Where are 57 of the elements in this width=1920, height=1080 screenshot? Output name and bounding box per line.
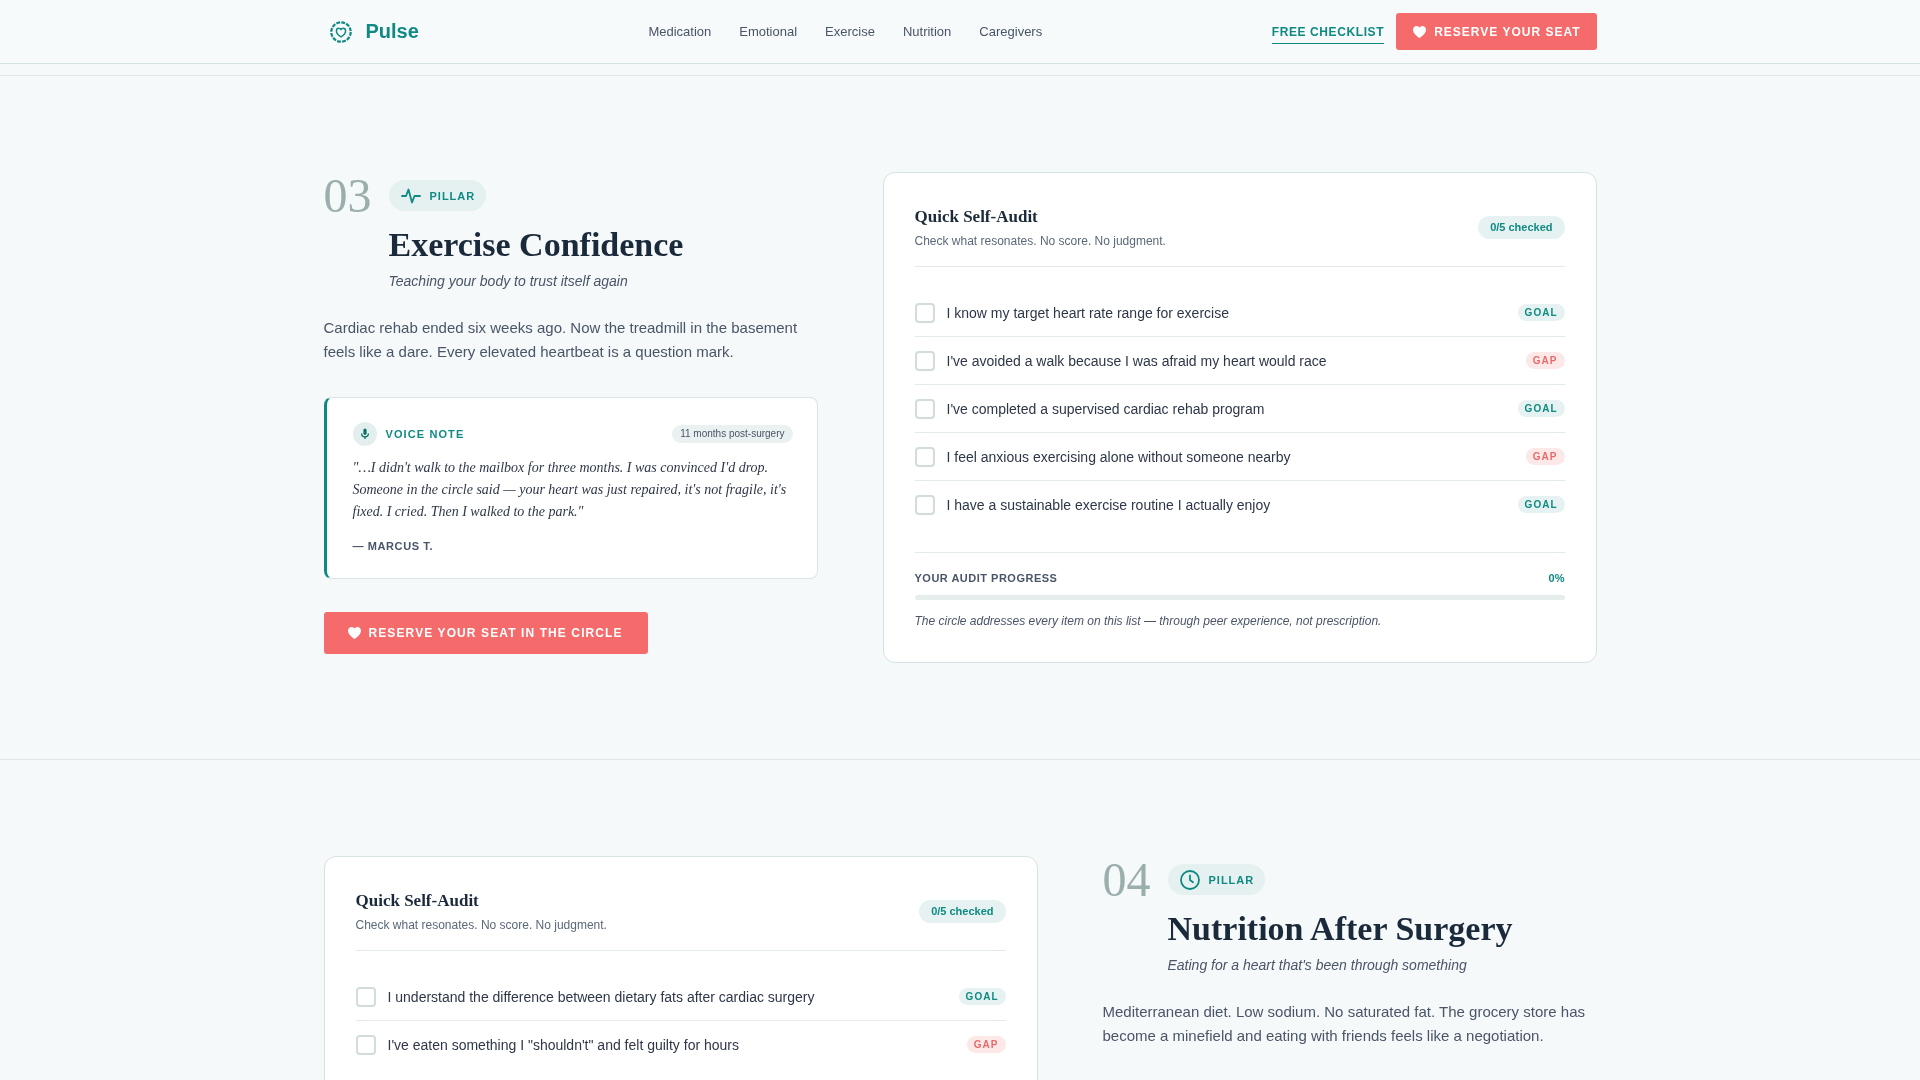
audit-subtitle: Check what resonates. No score. No judgment.	[914, 233, 1166, 250]
section-subtitle: Teaching your body to trust itself again	[388, 271, 628, 291]
timeline-tag: 11 months post-surgery	[672, 424, 793, 443]
checkbox[interactable]	[355, 1034, 376, 1055]
gap-tag: GAP	[1525, 352, 1565, 369]
audit-item-text: I've completed a supervised cardiac rehab program	[946, 400, 1266, 417]
checkbox[interactable]	[914, 398, 935, 419]
quote-author: — MARCUS T.	[352, 538, 435, 554]
goal-tag: GOAL	[958, 988, 1006, 1005]
audit-item-text: I know my target heart rate range for exercise	[946, 304, 1230, 321]
section-number: 04	[1102, 856, 1151, 904]
goal-tag: GOAL	[1517, 496, 1565, 513]
nav-link[interactable]: Medication	[648, 24, 712, 39]
checkbox[interactable]	[914, 446, 935, 467]
pulse-icon	[400, 187, 421, 204]
checkbox[interactable]	[355, 986, 376, 1007]
pillar-label: PILLAR	[429, 189, 476, 202]
nav-link[interactable]: Emotional	[739, 24, 798, 39]
checked-count: 0/5 checked	[919, 900, 1006, 923]
audit-title: Quick Self-Audit	[914, 206, 1039, 228]
audit-item-text: I have a sustainable exercise routine I actually enjoy	[946, 496, 1272, 513]
audit-title: Quick Self-Audit	[355, 890, 480, 912]
heart-icon	[347, 626, 361, 639]
section-title: Exercise Confidence	[388, 225, 684, 265]
nav-link[interactable]: Nutrition	[902, 24, 952, 39]
voice-note-label: VOICE NOTE	[385, 427, 465, 440]
heart-ring-icon	[329, 20, 352, 43]
checked-count: 0/5 checked	[1478, 216, 1565, 239]
section-title: Nutrition After Surgery	[1167, 909, 1513, 949]
nav-link[interactable]: Exercise	[825, 24, 875, 39]
audit-item-text: I've eaten something I "shouldn't" and felt guilty for hours	[387, 1036, 740, 1053]
audit-note: The circle addresses every item on this list — through peer experience, not prescription.	[914, 613, 1383, 630]
progress-label: YOUR AUDIT PROGRESS	[914, 571, 1058, 586]
checkbox[interactable]	[914, 302, 935, 323]
logo-link[interactable]: Pulse	[323, 20, 419, 43]
gap-tag: GAP	[966, 1036, 1006, 1053]
microphone-icon	[352, 421, 377, 446]
goal-tag: GOAL	[1517, 304, 1565, 321]
section-subtitle: Eating for a heart that's been through something	[1167, 955, 1467, 975]
gap-tag: GAP	[1525, 448, 1565, 465]
audit-item-text: I've avoided a walk because I was afraid my heart would race	[946, 352, 1328, 369]
audit-item-text: I understand the difference between dietary fats after cardiac surgery	[387, 988, 816, 1005]
checkbox[interactable]	[914, 350, 935, 371]
goal-tag: GOAL	[1517, 400, 1565, 417]
progress-reading: 0%	[1548, 571, 1565, 586]
nav-link[interactable]: Caregivers	[979, 24, 1043, 39]
audit-item-text: I feel anxious exercising alone without someone nearby	[946, 448, 1292, 465]
checkbox[interactable]	[914, 494, 935, 515]
heart-icon	[1413, 25, 1427, 38]
free-checklist-link[interactable]: FREE CHECKLIST	[1271, 24, 1385, 44]
quote-text: "…I didn't walk to the mailbox for three months. I was convinced I'd drop. Someone in the circle said — your heart was just repaired, it's not fragile, it's fixed. I cried. Then I walked to the park."	[352, 458, 788, 521]
audit-subtitle: Check what resonates. No score. No judgment.	[355, 917, 607, 934]
section-number: 03	[323, 172, 372, 220]
pillar-label: PILLAR	[1208, 873, 1255, 886]
section-intro: Mediterranean diet. Low sodium. No saturated fat. The grocery store has become a minefield and eating with friends feels like a negotiation.	[1102, 1001, 1586, 1046]
section-intro: Cardiac rehab ended six weeks ago. Now the treadmill in the basement feels like a dare. Every elevated heartbeat is a question mark.	[323, 317, 799, 362]
clock-icon	[1179, 869, 1200, 890]
